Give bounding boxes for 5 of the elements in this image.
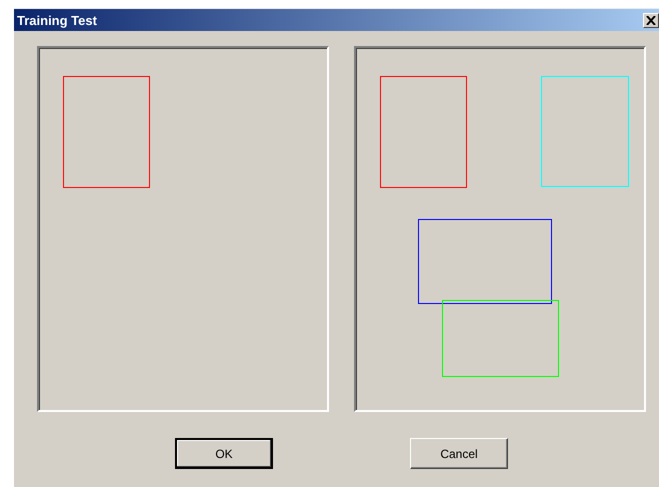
ok-button[interactable]: OK [175,438,273,469]
close-button[interactable] [643,12,659,28]
cancel-button[interactable]: Cancel [410,438,508,469]
window-title: Training Test [17,12,97,28]
close-icon [646,16,656,24]
